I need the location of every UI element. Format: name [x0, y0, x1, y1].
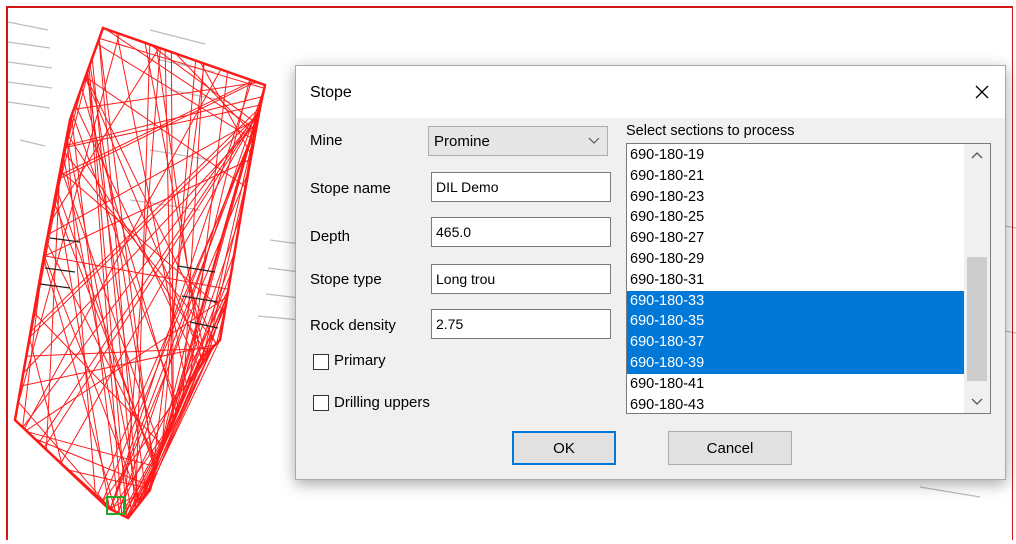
drilling-uppers-label[interactable]: Drilling uppers [334, 394, 430, 411]
scroll-thumb[interactable] [967, 257, 987, 381]
section-list-item[interactable]: 690-180-31 [627, 270, 964, 291]
mine-label: Mine [310, 132, 343, 149]
mine-select-value: Promine [434, 133, 490, 150]
section-list-item[interactable]: 690-180-43 [627, 395, 964, 413]
depth-input[interactable] [431, 217, 611, 247]
section-list-item[interactable]: 690-180-39 [627, 353, 964, 374]
sections-listbox[interactable]: 690-180-19 690-180-21 690-180-23 690-180-25… [626, 143, 991, 414]
section-list-item[interactable]: 690-180-33 [627, 290, 964, 312]
cancel-button[interactable]: Cancel [668, 431, 792, 465]
section-list-item[interactable]: 690-180-41 [627, 374, 964, 395]
scroll-up-button[interactable] [964, 144, 990, 166]
section-list-item[interactable]: 690-180-21 [627, 166, 964, 187]
ok-button[interactable]: OK [512, 431, 616, 465]
depth-label: Depth [310, 228, 351, 245]
chevron-up-icon [971, 152, 983, 159]
rock-density-label: Rock density [310, 317, 396, 334]
close-button[interactable] [959, 72, 1005, 112]
rock-density-input[interactable] [431, 309, 611, 339]
stope-name-label: Stope name [310, 180, 391, 197]
scroll-down-button[interactable] [964, 391, 990, 413]
section-list-item[interactable]: 690-180-23 [627, 187, 964, 208]
section-list-item[interactable]: 690-180-27 [627, 228, 964, 249]
list-scrollbar[interactable] [964, 144, 990, 413]
primary-label[interactable]: Primary [334, 352, 386, 369]
primary-checkbox[interactable] [313, 354, 329, 370]
section-list-item[interactable]: 690-180-19 [627, 145, 964, 166]
dialog-titlebar[interactable]: Stope [296, 66, 1005, 118]
stope-dialog: Stope Mine Promine Stope name Depth Stop… [295, 65, 1006, 480]
chevron-down-icon [588, 137, 600, 144]
stope-type-input[interactable] [431, 264, 611, 294]
sections-label: Select sections to process [626, 123, 795, 139]
section-list-item[interactable]: 690-180-37 [627, 332, 964, 353]
stope-name-input[interactable] [431, 172, 611, 202]
section-list-item[interactable]: 690-180-29 [627, 249, 964, 270]
chevron-down-icon [971, 398, 983, 405]
close-icon [975, 85, 989, 99]
drilling-uppers-checkbox[interactable] [313, 395, 329, 411]
section-list-item[interactable]: 690-180-25 [627, 207, 964, 228]
dialog-title: Stope [310, 84, 352, 101]
section-list-item[interactable]: 690-180-35 [627, 311, 964, 333]
mine-select[interactable]: Promine [428, 126, 608, 156]
stope-type-label: Stope type [310, 271, 382, 288]
